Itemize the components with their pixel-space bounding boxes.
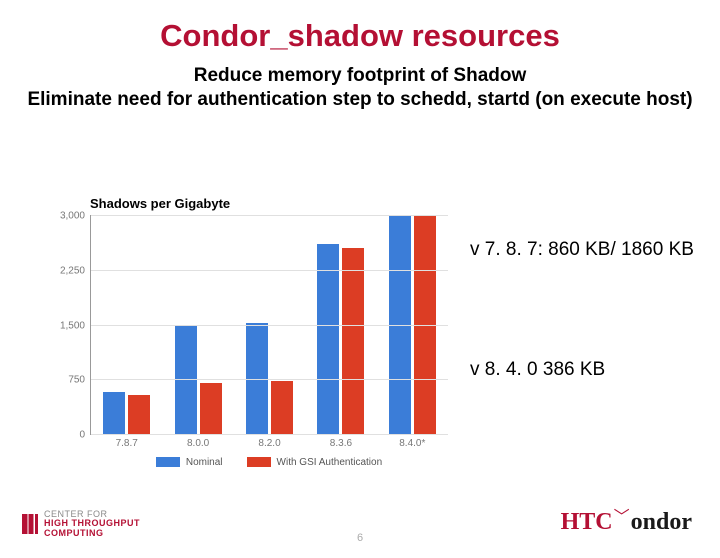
annotation-v840: v 8. 4. 0 386 KB — [470, 358, 605, 382]
bird-icon: ﹀ — [614, 503, 630, 527]
chart-bar — [128, 395, 150, 434]
chart-ytick: 1,500 — [60, 320, 91, 331]
chart-bar — [271, 381, 293, 434]
chart-xtick: 7.8.7 — [91, 434, 162, 449]
chart-gridline: 0 — [91, 434, 448, 435]
chart-xtick: 8.2.0 — [234, 434, 305, 449]
chart-bar — [200, 383, 222, 434]
chart-ytick: 3,000 — [60, 211, 91, 222]
slide-title: Condor_shadow resources — [0, 18, 720, 54]
chart-title: Shadows per Gigabyte — [90, 196, 448, 211]
chart-ytick: 0 — [79, 430, 91, 441]
chart-ytick: 2,250 — [60, 265, 91, 276]
chart-legend-item: Nominal — [156, 457, 223, 468]
chart-legend-swatch — [156, 457, 180, 467]
logo-chtc-line3: COMPUTING — [44, 529, 140, 538]
logo-chtc-mark — [22, 514, 38, 534]
annotation-v787: v 7. 8. 7: 860 KB/ 1860 KB — [470, 238, 694, 262]
chart-ytick: 750 — [68, 375, 91, 386]
logo-chtc-text: CENTER FOR HIGH THROUGHPUT COMPUTING — [44, 510, 140, 538]
slide: Condor_shadow resources Reduce memory fo… — [0, 18, 720, 558]
chart-legend-swatch — [247, 457, 271, 467]
chart-xtick: 8.0.0 — [162, 434, 233, 449]
chart-gridline: 750 — [91, 379, 448, 380]
chart-bar — [342, 248, 364, 434]
chart-gridline: 2,250 — [91, 270, 448, 271]
logo-htcondor-rest: ondor — [631, 509, 692, 536]
logo-htcondor-ht: HTC — [561, 509, 613, 536]
chart-bar — [103, 392, 125, 434]
chart-gridline: 1,500 — [91, 325, 448, 326]
logo-chtc: CENTER FOR HIGH THROUGHPUT COMPUTING — [22, 510, 140, 538]
chart-plot-inner: 7.8.78.0.08.2.08.3.68.4.0* 07501,5002,25… — [90, 215, 448, 435]
chart-legend: Nominal With GSI Authentication — [90, 457, 448, 468]
chart: Shadows per Gigabyte 7.8.78.0.08.2.08.3.… — [48, 196, 448, 466]
slide-subtitle: Reduce memory footprint of ShadowElimina… — [24, 64, 696, 112]
chart-bar — [317, 244, 339, 434]
chart-xtick: 8.4.0* — [377, 434, 448, 449]
chart-plot: 7.8.78.0.08.2.08.3.68.4.0* 07501,5002,25… — [90, 215, 448, 435]
chart-xtick: 8.3.6 — [305, 434, 376, 449]
logo-htcondor: HTC﹀ondor — [561, 509, 692, 536]
chart-legend-item: With GSI Authentication — [247, 457, 383, 468]
chart-gridline: 3,000 — [91, 215, 448, 216]
